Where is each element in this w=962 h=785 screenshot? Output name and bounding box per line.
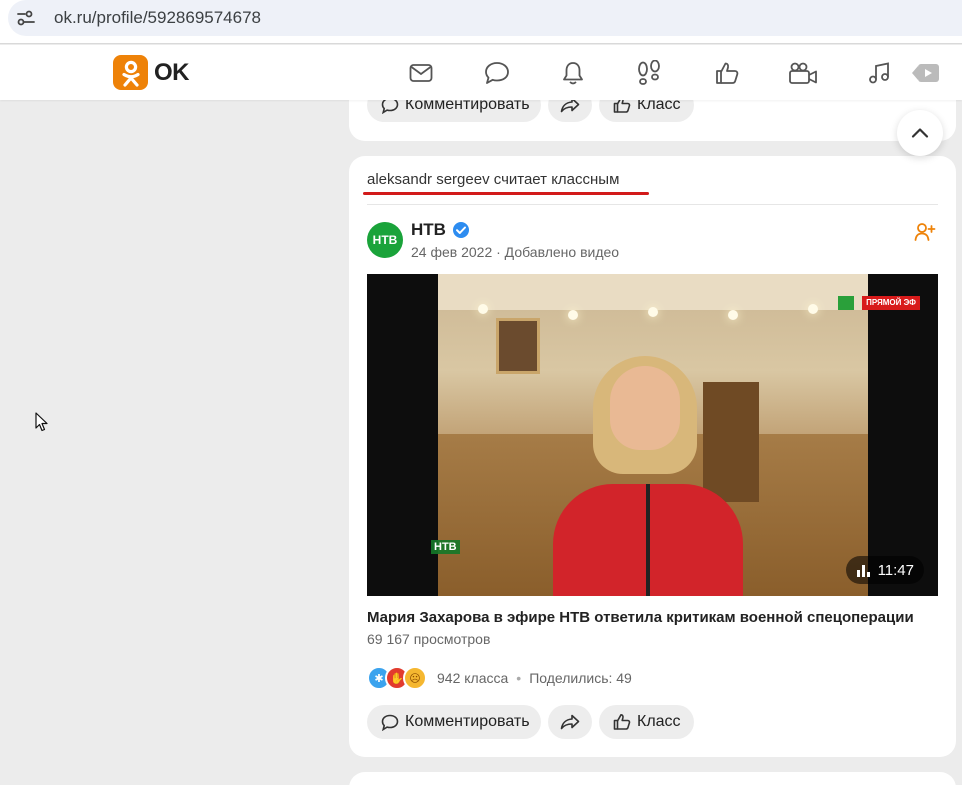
thumbnail-ceiling xyxy=(438,274,868,310)
messages-icon[interactable] xyxy=(406,58,436,88)
guests-icon[interactable] xyxy=(634,58,664,88)
live-badge: ПРЯМОЙ ЭФ xyxy=(862,296,920,310)
shares-count[interactable]: Поделились: 49 xyxy=(529,670,632,686)
mouse-cursor-icon xyxy=(35,412,48,432)
marks-icon[interactable] xyxy=(712,58,742,88)
add-user-icon xyxy=(914,223,936,241)
post-card: aleksandr sergeev считает классным НТВ Н… xyxy=(349,156,956,757)
video-icon[interactable] xyxy=(788,58,818,88)
divider xyxy=(367,204,938,205)
like-button[interactable]: Класс xyxy=(599,705,694,739)
like-icon xyxy=(613,714,631,730)
separator-dot: • xyxy=(516,670,522,686)
url-text: ok.ru/profile/592869574678 xyxy=(54,8,261,27)
thumbnail-painting xyxy=(496,318,540,374)
channel-avatar[interactable]: НТВ xyxy=(367,222,403,258)
comment-icon xyxy=(381,714,399,731)
red-underline-annotation xyxy=(363,192,649,195)
post-meta: 24 фев 2022 · Добавлено видео xyxy=(411,244,620,260)
comment-label: Комментировать xyxy=(405,713,530,730)
ntv-watermark: НТВ xyxy=(431,540,460,554)
thumbnail-lamp xyxy=(568,310,578,320)
thumbnail-lamp xyxy=(808,304,818,314)
like-label: Класс xyxy=(637,713,681,730)
thumbnail-speaker xyxy=(553,356,743,596)
address-field[interactable]: ok.ru/profile/592869574678 xyxy=(8,0,962,36)
share-button[interactable] xyxy=(548,705,592,739)
thumbnail-lamp xyxy=(648,307,658,317)
thumbnail-face xyxy=(610,366,680,450)
reactions-row: ✱ ✋ ☹ 942 класса • Поделились: 49 xyxy=(367,665,632,691)
channel-name[interactable]: НТВ xyxy=(411,220,446,240)
channel-avatar-text: НТВ xyxy=(372,233,398,247)
browser-address-bar: ok.ru/profile/592869574678 xyxy=(0,0,962,44)
bars-icon xyxy=(856,565,870,577)
reactions-count[interactable]: 942 класса xyxy=(437,670,508,686)
channel-name-row[interactable]: НТВ xyxy=(411,220,470,240)
comment-button[interactable]: Комментировать xyxy=(367,705,541,739)
notifications-icon[interactable] xyxy=(558,58,588,88)
verified-icon xyxy=(452,222,469,238)
video-thumbnail xyxy=(438,274,868,596)
ok-logo-icon xyxy=(113,55,148,90)
site-settings-icon[interactable] xyxy=(8,2,44,34)
liked-by-text[interactable]: aleksandr sergeev считает классным xyxy=(367,171,619,188)
subscribe-button[interactable] xyxy=(914,222,936,247)
reaction-sad-icon: ☹ xyxy=(403,666,427,690)
thumbnail-lamp xyxy=(728,310,738,320)
music-icon[interactable] xyxy=(864,58,894,88)
scroll-to-top-button[interactable] xyxy=(897,110,943,156)
next-post-card xyxy=(349,772,956,785)
chevron-up-icon xyxy=(911,128,929,138)
site-header: OK xyxy=(0,45,962,100)
video-player[interactable]: ПРЯМОЙ ЭФ НТВ 11:47 xyxy=(367,274,938,596)
thumbnail-zipper xyxy=(646,484,650,596)
share-icon xyxy=(560,714,580,730)
games-icon[interactable] xyxy=(910,58,940,88)
discussions-icon[interactable] xyxy=(482,58,512,88)
video-duration: 11:47 xyxy=(877,561,914,579)
video-title[interactable]: Мария Захарова в эфире НТВ ответила крит… xyxy=(367,609,938,626)
logo-text: OK xyxy=(154,58,190,86)
ok-logo[interactable]: OK xyxy=(113,55,190,90)
video-duration-badge: 11:47 xyxy=(845,556,924,584)
live-channel-logo xyxy=(838,296,854,310)
thumbnail-lamp xyxy=(478,304,488,314)
view-count: 69 167 просмотров xyxy=(367,631,491,647)
